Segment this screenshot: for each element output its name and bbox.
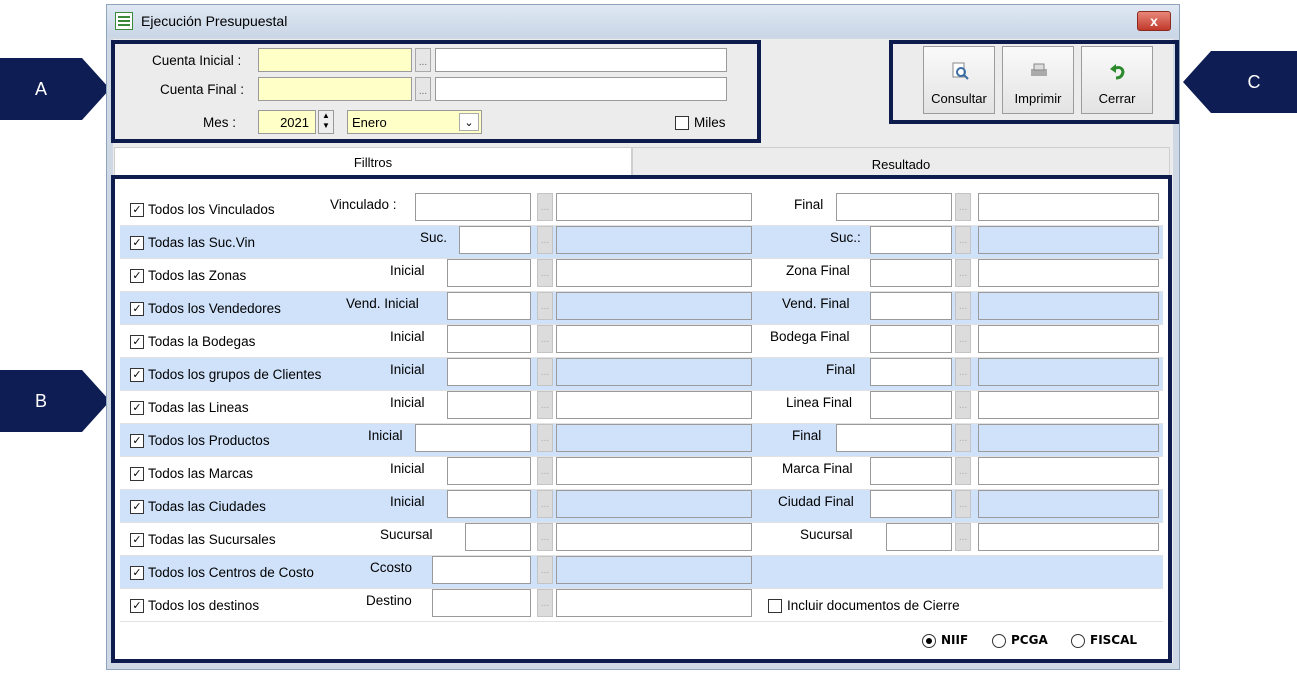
tab-resultado-label: Resultado — [871, 157, 931, 172]
callout-a: A — [0, 58, 82, 120]
tab-filtros[interactable]: Filltros — [114, 147, 632, 177]
section-b-highlight — [111, 175, 1172, 663]
title-bar: Ejecución Presupuestal x — [107, 5, 1179, 37]
spreadsheet-icon — [115, 12, 133, 30]
tab-filtros-label: Filltros — [353, 155, 393, 170]
window-close-button[interactable]: x — [1137, 11, 1171, 31]
tab-resultado[interactable]: Resultado — [632, 147, 1170, 177]
callout-c: C — [1211, 51, 1297, 113]
callout-b: B — [0, 370, 82, 432]
callout-c-arrow — [1183, 51, 1211, 113]
section-c-highlight — [889, 40, 1179, 124]
section-a-highlight — [111, 40, 761, 143]
window-title: Ejecución Presupuestal — [141, 13, 288, 29]
